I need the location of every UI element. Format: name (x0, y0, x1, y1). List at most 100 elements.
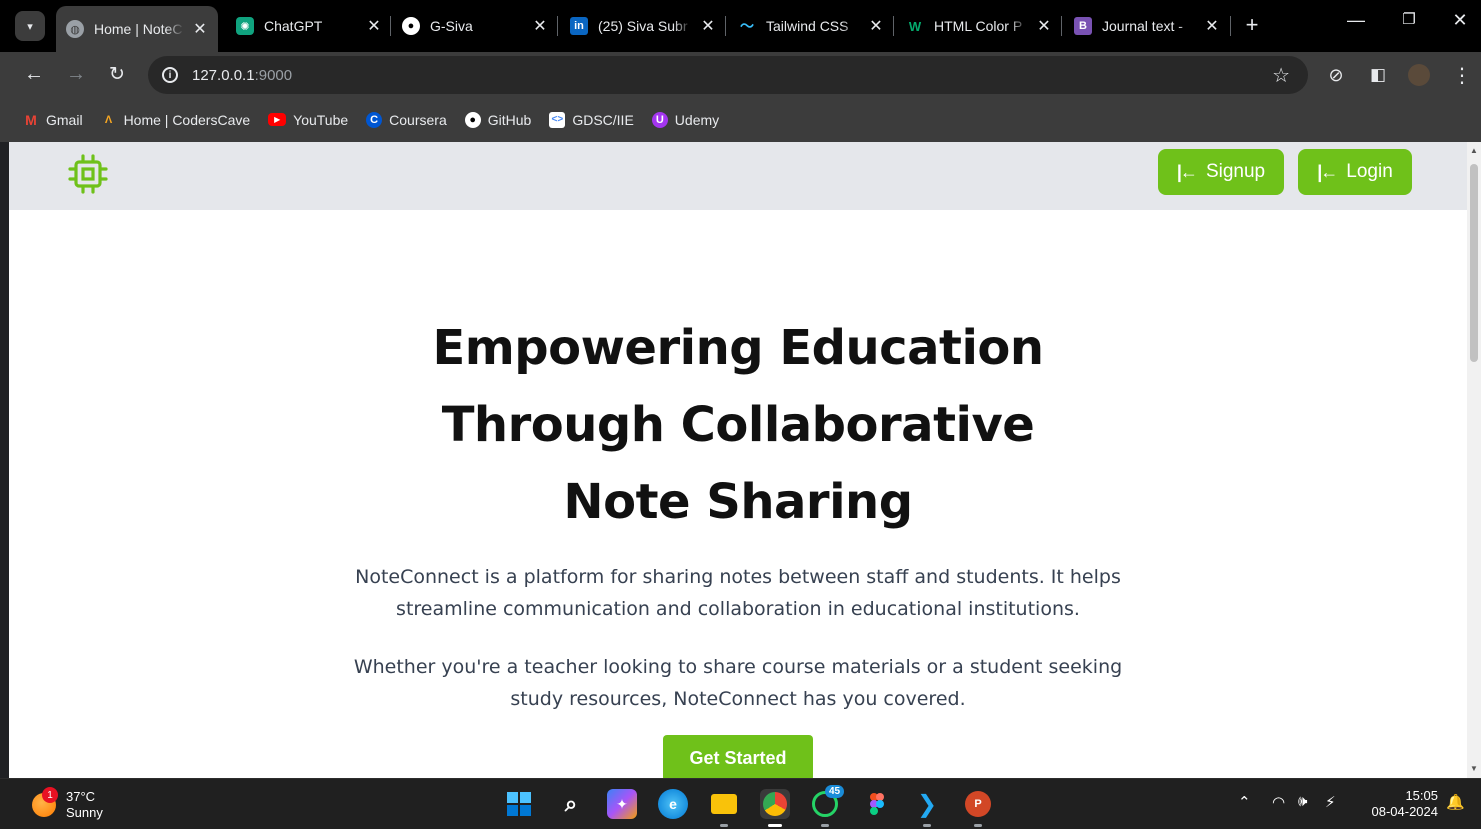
signup-arrow-icon: |← (1176, 161, 1198, 182)
coderscave-icon: Λ (104, 113, 113, 126)
chatgpt-icon: ✺ (236, 17, 254, 35)
edge-icon[interactable]: e (658, 789, 688, 819)
tab-title: Tailwind CSS (766, 18, 849, 34)
page-scrollbar[interactable]: ▲ ▼ (1467, 142, 1481, 778)
copilot-icon[interactable]: ✦ (607, 789, 637, 819)
login-label: Login (1346, 161, 1393, 182)
show-hidden-icons[interactable]: ⌃ (1238, 793, 1251, 811)
weather-badge: 1 (42, 787, 58, 803)
temperature: 37°C (66, 789, 96, 804)
tab-noteconnect[interactable]: ◍ Home | NoteC ✕ (56, 6, 218, 52)
tab-title: G-Siva (430, 18, 473, 34)
chrome-icon[interactable] (760, 789, 790, 827)
start-icon[interactable] (504, 789, 534, 819)
bookmark-github[interactable]: ● GitHub (464, 111, 531, 128)
linkedin-icon: in (570, 17, 588, 35)
whatsapp-badge: 45 (825, 785, 845, 798)
clock-date: 08-04-2024 (1371, 804, 1439, 819)
signup-label: Signup (1205, 161, 1266, 182)
chip-logo-icon[interactable] (67, 153, 109, 195)
close-window-icon[interactable]: ✕ (1445, 10, 1475, 31)
reload-icon[interactable]: ↻ (104, 61, 130, 87)
login-button[interactable]: |← Login (1298, 149, 1412, 195)
side-panel-icon[interactable]: ◧ (1366, 63, 1390, 87)
tab-tailwind[interactable]: 〜 Tailwind CSS ✕ (728, 6, 894, 46)
restore-icon[interactable]: ❐ (1394, 10, 1424, 28)
site-info-icon[interactable]: i (162, 67, 178, 83)
tab-github[interactable]: ● G-Siva ✕ (392, 6, 558, 46)
tab-separator (725, 16, 726, 36)
tab-title: Journal text - (1102, 18, 1183, 34)
close-tab-icon[interactable]: ✕ (1204, 16, 1220, 36)
close-tab-icon[interactable]: ✕ (700, 16, 716, 36)
scroll-thumb[interactable] (1470, 164, 1478, 362)
profile-avatar[interactable] (1407, 63, 1431, 87)
search-icon[interactable]: ⌕ (556, 789, 586, 819)
whatsapp-icon[interactable]: 45 (810, 785, 845, 827)
system-clock[interactable]: 15:05 08-04-2024 (1362, 788, 1439, 820)
menu-icon[interactable]: ⋮ (1450, 63, 1474, 87)
address-bar[interactable]: i 127.0.0.1:9000 ☆ (148, 56, 1308, 94)
close-tab-icon[interactable]: ✕ (192, 19, 208, 39)
tab-title: ChatGPT (264, 18, 323, 34)
hero-description: NoteConnect is a platform for sharing no… (355, 566, 1121, 620)
bootstrap-icon: B (1074, 17, 1092, 35)
tab-html-color[interactable]: W HTML Color P ✕ (896, 6, 1062, 46)
hero-subdescription: Whether you're a teacher looking to shar… (353, 656, 1123, 710)
minimize-icon[interactable]: — (1341, 10, 1371, 31)
close-tab-icon[interactable]: ✕ (868, 16, 884, 36)
bookmark-youtube[interactable]: ▶ YouTube (268, 112, 348, 128)
figma-icon[interactable] (862, 789, 892, 819)
bookmark-udemy[interactable]: U Udemy (651, 111, 719, 128)
w3-icon: W (908, 18, 922, 34)
sun-icon: 1 (32, 787, 58, 817)
site-header: |← Signup |← Login (9, 142, 1467, 210)
battery-icon[interactable]: ⚡ (1325, 793, 1336, 811)
clock-time: 15:05 (1405, 788, 1438, 803)
browser-toolbar: ← → ↻ i 127.0.0.1:9000 ☆ ⊘ ◧ ⋮ (0, 52, 1481, 97)
tab-title: Home | NoteC (94, 21, 183, 37)
bookmark-gmail[interactable]: M Gmail (23, 112, 82, 128)
github-icon: ● (402, 17, 420, 35)
vscode-icon[interactable]: ❯ (912, 789, 942, 827)
tailwind-icon: 〜 (740, 18, 754, 34)
wifi-icon[interactable]: ◠ (1272, 793, 1285, 811)
volume-icon[interactable]: 🕪 (1298, 793, 1307, 810)
powerpoint-icon[interactable]: P (963, 789, 993, 827)
tab-journal[interactable]: B Journal text - ✕ (1064, 6, 1230, 46)
extension-icon[interactable]: ⊘ (1324, 63, 1348, 87)
bookmark-coursera[interactable]: C Coursera (366, 111, 447, 128)
close-tab-icon[interactable]: ✕ (366, 16, 382, 36)
tab-search-button[interactable]: ▾ (15, 11, 45, 41)
tab-title: (25) Siva Subr (598, 18, 688, 34)
bookmark-coderscave[interactable]: Λ Home | CodersCave (101, 111, 251, 128)
bookmarks-bar: M Gmail Λ Home | CodersCave ▶ YouTube C … (0, 97, 1481, 142)
tab-title: HTML Color P (934, 18, 1023, 34)
tab-separator (1061, 16, 1062, 36)
tab-strip: ▾ ◍ Home | NoteC ✕ ✺ ChatGPT ✕ ● G-Siva … (0, 0, 1481, 52)
file-explorer-icon[interactable] (709, 789, 739, 827)
bookmark-label: Home | CodersCave (123, 111, 251, 128)
scroll-down-icon[interactable]: ▼ (1470, 764, 1478, 773)
signup-button[interactable]: |← Signup (1158, 149, 1284, 195)
weather-widget[interactable]: 1 37°C Sunny (32, 787, 103, 821)
new-tab-button[interactable]: + (1240, 12, 1264, 38)
notification-bell-icon[interactable]: 🔔 (1446, 793, 1465, 811)
close-tab-icon[interactable]: ✕ (1036, 16, 1052, 36)
scroll-up-icon[interactable]: ▲ (1470, 146, 1478, 155)
coursera-icon: C (366, 111, 383, 128)
gdsc-icon: <> (549, 111, 566, 128)
youtube-icon: ▶ (268, 113, 287, 126)
back-icon[interactable]: ← (21, 61, 47, 87)
tab-chatgpt[interactable]: ✺ ChatGPT ✕ (226, 6, 392, 46)
tab-separator (557, 16, 558, 36)
tab-linkedin[interactable]: in (25) Siva Subr ✕ (560, 6, 726, 46)
close-tab-icon[interactable]: ✕ (532, 16, 548, 36)
bookmark-gdsc[interactable]: <> GDSC/IIE (549, 111, 634, 128)
forward-icon[interactable]: → (63, 61, 89, 87)
get-started-button[interactable]: Get Started (663, 735, 813, 778)
udemy-icon: U (651, 111, 668, 128)
bookmark-star-icon[interactable]: ☆ (1272, 63, 1290, 88)
github-icon: ● (464, 111, 481, 128)
page-viewport: |← Signup |← Login Empowering Education … (9, 142, 1467, 778)
